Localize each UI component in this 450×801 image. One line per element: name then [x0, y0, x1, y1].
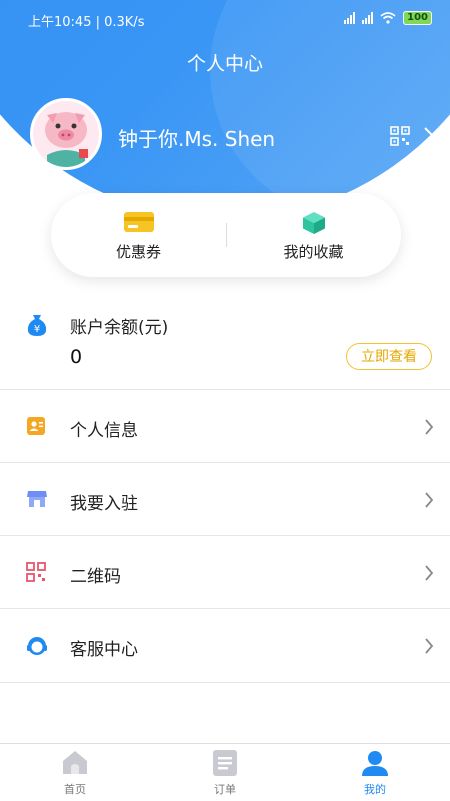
- tab-label: 首页: [64, 783, 86, 796]
- menu-item-customer-service[interactable]: 客服中心: [0, 608, 450, 683]
- chevron-right-icon: [425, 419, 434, 435]
- orders-icon: [213, 750, 237, 776]
- chevron-right-icon: [425, 492, 434, 508]
- battery-icon: 100: [403, 11, 432, 25]
- home-icon: [63, 751, 87, 774]
- signal-icon: [362, 12, 374, 24]
- username[interactable]: 钟于你.Ms. Shen: [118, 123, 275, 152]
- qr-code-icon: [26, 562, 46, 582]
- balance-section: ¥ 账户余额(元) 0 立即查看: [0, 300, 450, 390]
- contact-card-icon: [27, 417, 45, 435]
- chevron-right-icon: [425, 638, 434, 654]
- view-now-button[interactable]: 立即查看: [346, 343, 432, 370]
- tab-label: 我的: [364, 783, 386, 796]
- bottom-tab-bar: 首页 订单 我的: [0, 743, 450, 801]
- tab-home[interactable]: 首页: [0, 744, 150, 801]
- balance-value: 0: [70, 346, 83, 368]
- chevron-right-icon[interactable]: [423, 126, 435, 146]
- tab-orders[interactable]: 订单: [150, 744, 300, 801]
- status-time: 上午10:45 | 0.3K/s: [28, 15, 145, 30]
- customer-service-icon: [27, 637, 47, 655]
- coupon-icon: [123, 212, 154, 232]
- page-title: 个人中心: [186, 53, 263, 75]
- tab-label: 订单: [214, 783, 236, 796]
- svg-text:¥: ¥: [34, 324, 40, 335]
- menu-item-label: 我要入驻: [70, 494, 138, 514]
- balance-label: 账户余额(元): [70, 318, 169, 338]
- signal-icon: [344, 12, 356, 24]
- menu-item-label: 二维码: [70, 567, 121, 587]
- tab-mine[interactable]: 我的: [300, 744, 450, 801]
- favorites-label: 我的收藏: [283, 243, 344, 261]
- money-bag-icon: ¥: [27, 315, 47, 336]
- chevron-right-icon: [425, 565, 434, 581]
- coupon-label: 优惠券: [115, 243, 161, 261]
- menu-item-label: 客服中心: [70, 640, 138, 660]
- coupon-button[interactable]: 优惠券: [51, 193, 226, 277]
- menu-item-qr-code[interactable]: 二维码: [0, 535, 450, 609]
- avatar[interactable]: [30, 98, 102, 170]
- quick-actions-card: 优惠券 我的收藏: [51, 193, 401, 277]
- user-icon: [362, 751, 388, 776]
- menu-item-join[interactable]: 我要入驻: [0, 462, 450, 536]
- menu-item-label: 个人信息: [70, 421, 138, 441]
- qr-code-icon[interactable]: [390, 126, 410, 146]
- status-bar: 上午10:45 | 0.3K/s 100: [0, 0, 450, 38]
- menu-item-personal-info[interactable]: 个人信息: [0, 389, 450, 463]
- shop-icon: [27, 491, 47, 507]
- favorites-button[interactable]: 我的收藏: [226, 193, 401, 277]
- wifi-icon: [380, 12, 396, 24]
- favorites-cube-icon: [302, 212, 325, 234]
